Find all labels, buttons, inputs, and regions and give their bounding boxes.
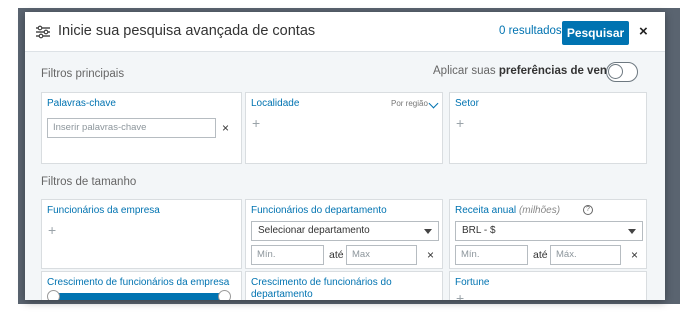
fortune-title: Fortune	[455, 277, 490, 288]
add-sector-icon[interactable]: +	[456, 115, 464, 131]
sales-preferences-toggle[interactable]	[606, 62, 638, 82]
annual-revenue-label: Receita anual	[455, 205, 517, 216]
growth-slider-track[interactable]	[54, 293, 228, 300]
annual-revenue-card: Receita anual (milhões) ? BRL - $ Mín. a…	[449, 199, 647, 269]
close-icon[interactable]: ×	[639, 23, 648, 40]
screenshot-stage: Inicie sua pesquisa avançada de contas 0…	[0, 0, 697, 318]
apply-preferences-label: Aplicar suas preferências de vendas	[433, 65, 627, 77]
location-card[interactable]: Localidade Por região +	[245, 92, 443, 164]
search-button[interactable]: Pesquisar	[562, 21, 629, 45]
region-dropdown[interactable]: Por região	[391, 99, 428, 108]
revenue-max-input[interactable]: Máx.	[550, 245, 621, 265]
department-max-input[interactable]: Max	[346, 245, 417, 265]
main-filters-label: Filtros principais	[41, 68, 125, 80]
modal-title: Inicie sua pesquisa avançada de contas	[58, 23, 316, 39]
currency-select-value: BRL - $	[462, 225, 496, 236]
filter-sliders-icon	[36, 25, 50, 39]
company-employees-card[interactable]: Funcionários da empresa +	[41, 199, 242, 269]
keywords-title: Palavras-chave	[47, 98, 116, 109]
department-employees-title: Funcionários do departamento	[251, 205, 387, 216]
clear-department-icon[interactable]: ×	[427, 248, 434, 262]
range-to-label: até	[329, 249, 344, 261]
result-count: 0 resultados	[499, 25, 562, 37]
clear-keywords-icon[interactable]: ×	[222, 121, 229, 135]
department-min-input[interactable]: Mín.	[251, 245, 324, 265]
employee-growth-card: Crescimento de funcionários da empresa	[41, 271, 242, 300]
range-to-label: até	[533, 249, 548, 261]
add-location-icon[interactable]: +	[252, 115, 260, 131]
department-growth-card[interactable]: Crescimento de funcionários do departame…	[245, 271, 443, 300]
department-employees-card: Funcionários do departamento Selecionar …	[245, 199, 443, 269]
help-icon[interactable]: ?	[583, 205, 593, 215]
caret-down-icon	[628, 229, 636, 234]
add-fortune-icon[interactable]: +	[456, 290, 464, 300]
growth-slider-min-handle[interactable]	[47, 290, 60, 300]
sector-title: Setor	[455, 98, 479, 109]
employee-growth-title: Crescimento de funcionários da empresa	[47, 277, 230, 288]
fortune-card[interactable]: Fortune +	[449, 271, 647, 300]
currency-select[interactable]: BRL - $	[455, 221, 643, 241]
modal-header: Inicie sua pesquisa avançada de contas 0…	[25, 12, 665, 52]
department-select-value: Selecionar departamento	[258, 225, 370, 236]
keywords-card: Palavras-chave Inserir palavras-chave ×	[41, 92, 242, 164]
keywords-input[interactable]: Inserir palavras-chave	[47, 118, 216, 138]
chevron-down-icon[interactable]	[428, 98, 439, 109]
add-company-employees-icon[interactable]: +	[48, 222, 56, 238]
size-filters-label: Filtros de tamanho	[41, 176, 137, 188]
location-title: Localidade	[251, 98, 300, 109]
caret-down-icon	[424, 229, 432, 234]
sector-card[interactable]: Setor +	[449, 92, 647, 164]
revenue-min-input[interactable]: Mín.	[455, 245, 528, 265]
apply-preferences-prefix: Aplicar suas	[433, 65, 499, 77]
department-select[interactable]: Selecionar departamento	[251, 221, 439, 241]
annual-revenue-unit: (milhões)	[518, 205, 561, 216]
department-growth-title: Crescimento de funcionários do departame…	[251, 277, 392, 300]
clear-revenue-icon[interactable]: ×	[631, 248, 638, 262]
annual-revenue-title: Receita anual (milhões)	[455, 205, 560, 216]
advanced-account-search-modal: Inicie sua pesquisa avançada de contas 0…	[25, 12, 665, 300]
company-employees-title: Funcionários da empresa	[47, 205, 160, 216]
growth-slider-max-handle[interactable]	[218, 290, 231, 300]
toggle-knob	[608, 64, 623, 79]
